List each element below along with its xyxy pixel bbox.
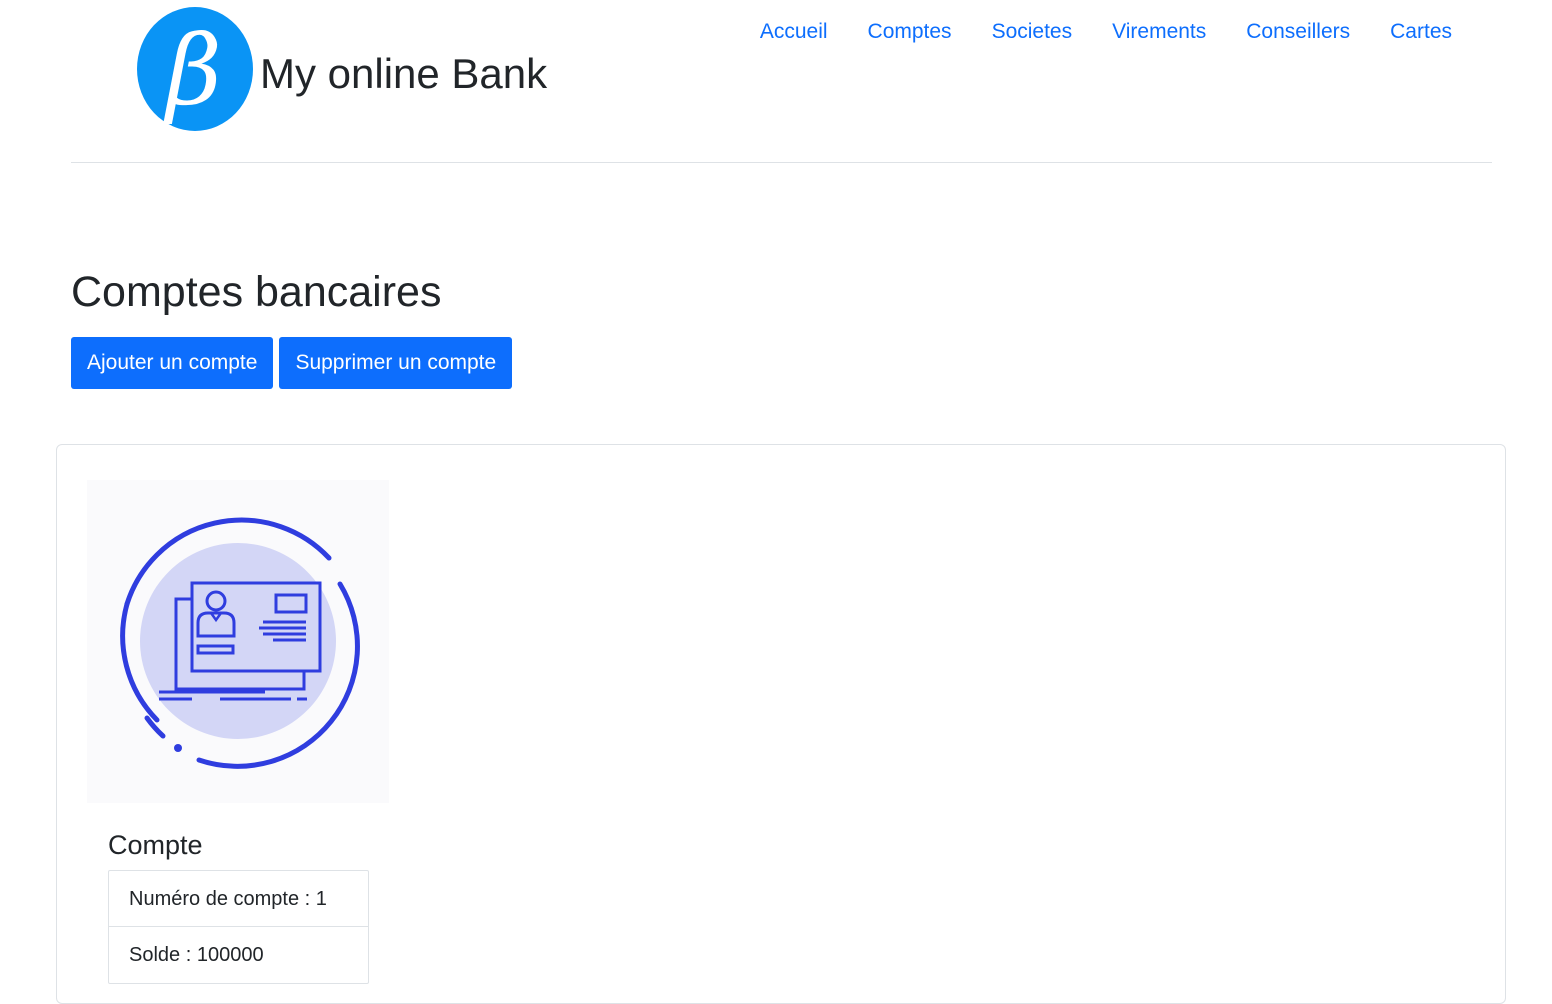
delete-account-button[interactable]: Supprimer un compte [279, 337, 513, 389]
nav-link-conseillers[interactable]: Conseillers [1226, 16, 1370, 48]
nav-link-virements[interactable]: Virements [1092, 16, 1226, 48]
main-nav: Accueil Comptes Societes Virements Conse… [740, 16, 1472, 48]
logo-letter: β [163, 15, 222, 127]
bank-logo[interactable]: β [136, 6, 254, 132]
nav-link-accueil[interactable]: Accueil [740, 16, 848, 48]
account-actions: Ajouter un compte Supprimer un compte [71, 337, 513, 389]
brand-name: My online Bank [260, 50, 548, 97]
account-title: Compte [108, 830, 203, 860]
account-image [87, 480, 389, 803]
account-number-item: Numéro de compte : 1 [109, 871, 368, 927]
site-header: β My online Bank Accueil Comptes Societe… [0, 0, 1552, 163]
beta-logo-icon: β [137, 7, 253, 131]
add-account-button[interactable]: Ajouter un compte [71, 337, 274, 389]
account-details-list: Numéro de compte : 1 Solde : 100000 [108, 870, 369, 984]
nav-link-societes[interactable]: Societes [972, 16, 1093, 48]
page-title: Comptes bancaires [71, 268, 442, 316]
account-card-illustration-icon [120, 517, 360, 769]
nav-link-comptes[interactable]: Comptes [848, 16, 972, 48]
nav-link-cartes[interactable]: Cartes [1370, 16, 1472, 48]
header-divider [71, 162, 1492, 163]
account-card: Compte Numéro de compte : 1 Solde : 1000… [56, 444, 1506, 1004]
account-balance-item: Solde : 100000 [129, 944, 264, 966]
